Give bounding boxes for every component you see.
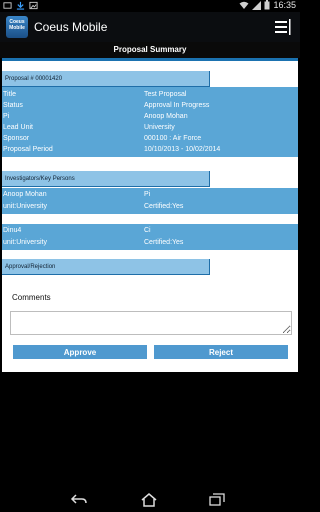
- detail-row: Pi Anoop Mohan: [2, 112, 298, 123]
- detail-label: Title: [3, 91, 16, 98]
- detail-row: Status Approval In Progress: [2, 101, 298, 112]
- detail-label: Status: [3, 102, 23, 109]
- comments-label: Comments: [12, 293, 51, 302]
- image-icon: [29, 1, 38, 10]
- investigator-role: Pi: [144, 191, 151, 198]
- detail-value: Test Proposal: [144, 91, 187, 98]
- approval-header: Approval/Rejection: [2, 259, 210, 275]
- proposal-number-header: Proposal # 00001420: [2, 71, 210, 87]
- system-icons: 16:35: [239, 0, 296, 10]
- app-logo[interactable]: Coeus Mobile: [6, 16, 28, 38]
- investigator-name: Dinu4: [3, 227, 22, 234]
- home-icon[interactable]: [140, 493, 158, 507]
- screenshot-icon: [3, 2, 12, 9]
- signal-icon: [252, 0, 262, 10]
- investigator-row: unit:University Certified:Yes: [2, 238, 298, 249]
- detail-label: Proposal Period: [3, 146, 53, 153]
- detail-label: Pi: [3, 113, 10, 120]
- detail-row: Title Test Proposal: [2, 90, 298, 101]
- battery-icon: [264, 0, 270, 10]
- investigator-row: unit:University Certified:Yes: [2, 202, 298, 213]
- investigator-unit: unit:University: [3, 239, 47, 246]
- page-title: Proposal Summary: [0, 42, 300, 58]
- investigator-certified: Certified:Yes: [144, 203, 184, 210]
- overflow-menu-icon[interactable]: [274, 18, 292, 36]
- detail-row: Lead Unit University: [2, 123, 298, 134]
- notification-icons: [3, 1, 38, 10]
- investigator-row: Dinu4 Ci: [2, 226, 298, 237]
- investigator-name: Anoop Mohan: [3, 191, 47, 198]
- investigator-row: Anoop Mohan Pi: [2, 190, 298, 201]
- investigator-unit: unit:University: [3, 203, 47, 210]
- app-title: Coeus Mobile: [34, 20, 108, 34]
- detail-label: Lead Unit: [3, 124, 33, 131]
- detail-value: Anoop Mohan: [144, 113, 188, 120]
- wifi-icon: [239, 1, 249, 9]
- detail-value: University: [144, 124, 175, 131]
- system-nav-bar: [0, 488, 300, 512]
- detail-value: 10/10/2013 - 10/02/2014: [144, 146, 221, 153]
- detail-value: Approval In Progress: [144, 102, 210, 109]
- detail-label: Sponsor: [3, 135, 30, 142]
- investigator-role: Ci: [144, 227, 151, 234]
- investigators-header: Investigators/Key Persons: [2, 171, 210, 187]
- download-icon: [16, 1, 25, 10]
- reject-button[interactable]: Reject: [154, 345, 288, 359]
- investigator-certified: Certified:Yes: [144, 239, 184, 246]
- recent-apps-icon[interactable]: [208, 493, 226, 507]
- status-bar: 16:35: [0, 0, 300, 12]
- clock: 16:35: [273, 0, 296, 10]
- detail-value: 000100 : Air Force: [144, 135, 202, 142]
- approve-button[interactable]: Approve: [13, 345, 147, 359]
- back-icon[interactable]: [70, 493, 88, 507]
- detail-row: Proposal Period 10/10/2013 - 10/02/2014: [2, 145, 298, 156]
- detail-row: Sponsor 000100 : Air Force: [2, 134, 298, 145]
- comments-input[interactable]: [10, 311, 292, 335]
- proposal-card: Proposal # 00001420 Title Test Proposal S…: [2, 58, 298, 372]
- app-logo-text: Coeus Mobile: [9, 19, 25, 31]
- action-bar: Coeus Mobile Coeus Mobile: [0, 12, 300, 42]
